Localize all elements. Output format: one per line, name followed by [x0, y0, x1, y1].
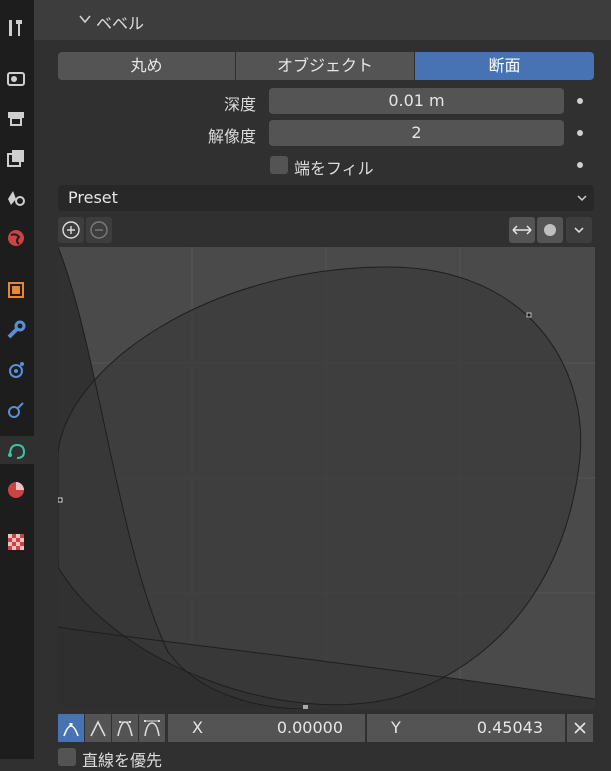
extend-toggle-button[interactable] — [509, 217, 535, 243]
bevel-panel-header[interactable]: ベベル — [34, 0, 611, 40]
zoom-in-icon — [62, 221, 80, 239]
object-data-curve-icon[interactable] — [0, 436, 34, 464]
curve-options-dropdown[interactable] — [566, 217, 592, 243]
depth-field[interactable]: 0.01 m — [269, 88, 564, 114]
fill-caps-keyframe-dot[interactable] — [577, 162, 583, 168]
chevron-down-icon — [79, 15, 91, 24]
clip-toggle-button[interactable] — [537, 217, 563, 243]
preset-label: Preset — [68, 188, 118, 207]
depth-label: 深度 — [223, 95, 256, 114]
properties-sidebar — [0, 0, 34, 759]
physics-icon[interactable] — [2, 396, 30, 424]
chevron-down-icon — [574, 227, 584, 234]
resolution-label: 解像度 — [207, 127, 256, 146]
properties-main: ベベル 丸め オブジェクト 断面 深度 0.01 m 解像度 2 端をフィル P… — [34, 0, 611, 770]
y-value: 0.45043 — [476, 718, 543, 737]
tab-profile[interactable]: 断面 — [415, 52, 594, 80]
output-icon[interactable] — [2, 104, 30, 132]
curve-point-bar: X 0.00000 Y 0.45043 — [58, 714, 594, 742]
depth-keyframe-dot[interactable] — [577, 98, 583, 104]
circle-filled-icon — [544, 224, 556, 236]
object-icon[interactable] — [2, 276, 30, 304]
curve-control-point-selected[interactable] — [58, 497, 63, 503]
zoom-out-button[interactable] — [86, 217, 112, 243]
handle-clamped-icon — [117, 721, 133, 737]
handle-auto-clamped-button[interactable] — [112, 714, 138, 742]
handle-auto-icon — [63, 723, 79, 737]
world-icon[interactable] — [2, 224, 30, 252]
fill-caps-label: 端をフィル — [294, 159, 374, 178]
y-coordinate-field[interactable]: Y 0.45043 — [367, 714, 565, 742]
tab-round[interactable]: 丸め — [58, 52, 235, 80]
arrows-horizontal-icon — [512, 225, 532, 235]
curve-mapping-editor[interactable] — [58, 247, 595, 709]
resolution-keyframe-dot[interactable] — [577, 130, 583, 136]
zoom-in-button[interactable] — [58, 217, 84, 243]
texture-icon[interactable] — [2, 528, 30, 556]
preset-dropdown[interactable]: Preset — [58, 185, 594, 211]
prefer-straight-label: 直線を優先 — [82, 751, 163, 770]
modifier-icon[interactable] — [2, 316, 30, 344]
y-label: Y — [391, 718, 401, 737]
handle-free-icon — [144, 720, 160, 737]
x-value: 0.00000 — [276, 718, 343, 737]
render-icon[interactable] — [2, 64, 30, 92]
zoom-out-icon — [90, 221, 108, 239]
handle-free-button[interactable] — [139, 714, 165, 742]
handle-vector-icon — [90, 720, 106, 737]
x-coordinate-field[interactable]: X 0.00000 — [168, 714, 365, 742]
profile-curve-shape — [58, 266, 582, 706]
prefer-straight-checkbox[interactable] — [58, 748, 76, 766]
chevron-down-icon — [577, 195, 587, 202]
x-label: X — [192, 718, 203, 737]
view-layer-icon[interactable] — [2, 144, 30, 172]
close-icon — [574, 722, 586, 734]
handle-vector-button[interactable] — [85, 714, 111, 742]
fill-caps-checkbox[interactable] — [270, 156, 288, 174]
resolution-field[interactable]: 2 — [269, 120, 564, 146]
curve-control-point[interactable] — [526, 312, 532, 318]
delete-point-button[interactable] — [567, 714, 593, 742]
tool-icon[interactable] — [2, 14, 30, 42]
curve-control-point[interactable] — [303, 705, 308, 709]
tab-object[interactable]: オブジェクト — [236, 52, 414, 80]
handle-auto-button[interactable] — [58, 714, 84, 742]
panel-title: ベベル — [96, 14, 145, 33]
material-icon[interactable] — [2, 476, 30, 504]
particles-icon[interactable] — [2, 356, 30, 384]
scene-icon[interactable] — [2, 184, 30, 212]
